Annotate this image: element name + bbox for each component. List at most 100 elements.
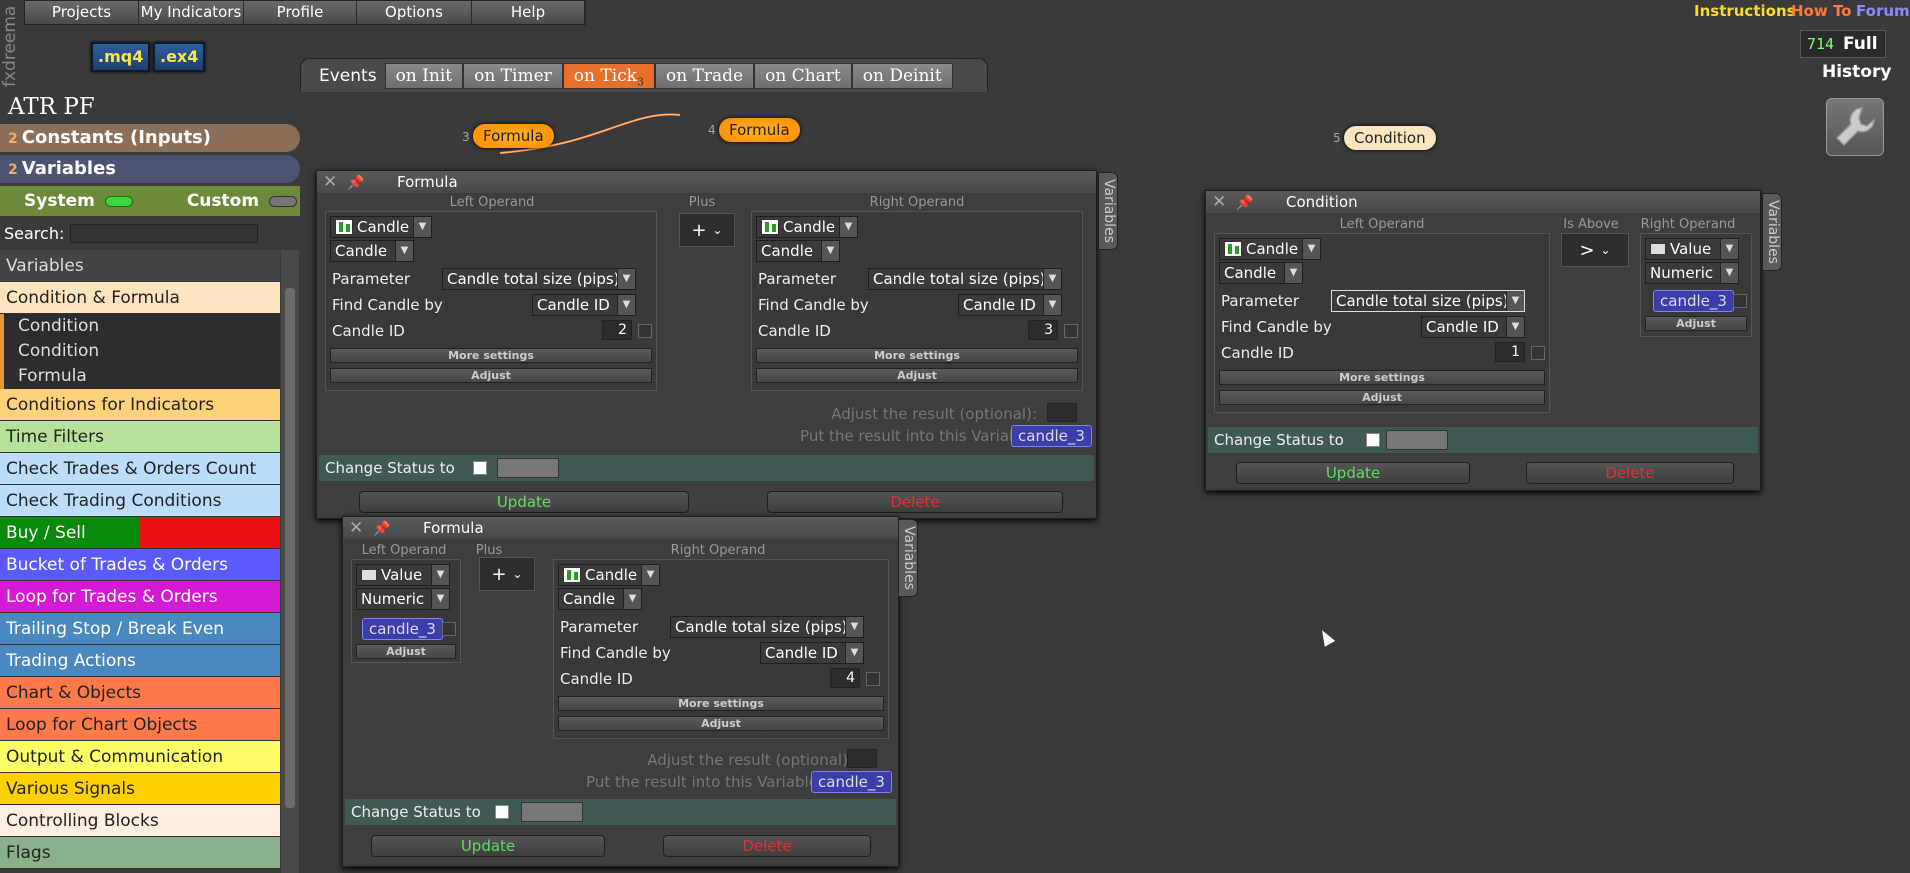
operator-select[interactable]: + ⌄ — [479, 557, 535, 591]
howto-link[interactable]: How To — [1791, 2, 1851, 20]
left-operand-sub-select[interactable]: Numeric ▼ — [356, 588, 450, 610]
left-operand-type-select[interactable]: Candle ▼ — [1219, 238, 1321, 260]
left-adjust-button[interactable]: Adjust — [1219, 390, 1545, 405]
right-operand-sub-select[interactable]: Candle ▼ — [756, 240, 840, 262]
node-formula-4[interactable]: Formula — [719, 118, 800, 142]
left-operand-type-select[interactable]: Value ▼ — [356, 564, 450, 586]
close-icon[interactable]: ✕ — [1212, 191, 1226, 213]
left-more-settings-button[interactable]: More settings — [1219, 370, 1545, 385]
tab-on-init[interactable]: on Init — [384, 62, 464, 89]
right-candle-id-checkbox[interactable] — [866, 672, 880, 686]
change-status-checkbox[interactable] — [495, 805, 509, 819]
left-find-select[interactable]: Candle ID ▼ — [532, 294, 636, 316]
formula-panel-1-variables-tab[interactable]: Variables — [1098, 172, 1118, 250]
menu-help[interactable]: Help — [472, 1, 585, 24]
change-status-checkbox[interactable] — [1366, 433, 1380, 447]
category-trading-actions[interactable]: Trading Actions — [0, 645, 280, 677]
right-variable-checkbox[interactable] — [1733, 294, 1747, 308]
left-variable[interactable]: candle_3 — [362, 618, 443, 640]
left-operand-sub-select[interactable]: Candle ▼ — [1219, 262, 1303, 284]
sidebar-scrollbar[interactable] — [281, 250, 299, 873]
result-variable[interactable]: candle_3 — [811, 771, 892, 793]
full-button[interactable]: Full — [1843, 34, 1878, 54]
right-adjust-button[interactable]: Adjust — [558, 716, 884, 731]
change-status-input[interactable] — [1386, 430, 1448, 450]
right-operand-type-select[interactable]: Candle ▼ — [756, 216, 858, 238]
right-more-settings-button[interactable]: More settings — [756, 348, 1078, 363]
left-candle-id-checkbox[interactable] — [638, 324, 652, 338]
right-candle-id-checkbox[interactable] — [1064, 324, 1078, 338]
right-find-select[interactable]: Candle ID ▼ — [760, 642, 864, 664]
right-parameter-select[interactable]: Candle total size (pips) ▼ — [670, 616, 864, 638]
left-parameter-select[interactable]: Candle total size (pips) ▼ — [442, 268, 636, 290]
subitem-condition-1[interactable]: Condition — [0, 314, 280, 339]
change-status-checkbox[interactable] — [473, 461, 487, 475]
forum-link[interactable]: Forum — [1856, 2, 1910, 20]
pin-icon[interactable]: 📌 — [1236, 192, 1253, 214]
search-input[interactable] — [70, 223, 259, 243]
menu-projects[interactable]: Projects — [25, 1, 139, 24]
subitem-formula[interactable]: Formula — [0, 364, 280, 389]
left-adjust-button[interactable]: Adjust — [330, 368, 652, 383]
category-flags[interactable]: Flags — [0, 837, 280, 869]
menu-profile[interactable]: Profile — [244, 1, 357, 24]
condition-panel-titlebar[interactable]: ✕ 📌 Condition — [1206, 191, 1760, 213]
left-candle-id-input[interactable]: 1 — [1495, 342, 1525, 362]
sidebar-scroll-thumb[interactable] — [285, 288, 295, 808]
node-formula-3[interactable]: Formula — [473, 124, 554, 148]
instructions-link[interactable]: Instructions — [1694, 2, 1796, 20]
category-various-signals[interactable]: Various Signals — [0, 773, 280, 805]
formula-panel-2-variables-tab[interactable]: Variables — [898, 519, 918, 597]
delete-button[interactable]: Delete — [767, 491, 1063, 513]
result-variable[interactable]: candle_3 — [1011, 425, 1092, 447]
category-check-trades-orders-count[interactable]: Check Trades & Orders Count — [0, 453, 280, 485]
right-operand-sub-select[interactable]: Numeric ▼ — [1645, 262, 1739, 284]
adjust-result-input[interactable] — [847, 749, 877, 768]
close-icon[interactable]: ✕ — [349, 517, 363, 539]
category-chart-objects[interactable]: Chart & Objects — [0, 677, 280, 709]
category-conditions-for-indicators[interactable]: Conditions for Indicators — [0, 389, 280, 421]
tab-on-chart[interactable]: on Chart — [754, 62, 852, 89]
category-variables[interactable]: Variables — [0, 250, 280, 282]
category-controlling-blocks[interactable]: Controlling Blocks — [0, 805, 280, 837]
right-find-select[interactable]: Candle ID ▼ — [958, 294, 1062, 316]
constants-bar[interactable]: 2 Constants (Inputs) — [0, 124, 300, 152]
left-find-select[interactable]: Candle ID ▼ — [1421, 316, 1525, 338]
right-candle-id-input[interactable]: 3 — [1028, 320, 1058, 340]
tab-on-timer[interactable]: on Timer — [463, 62, 563, 89]
category-bucket-of-trades[interactable]: Bucket of Trades & Orders — [0, 549, 280, 581]
settings-wrench-button[interactable] — [1826, 98, 1884, 156]
tab-on-deinit[interactable]: on Deinit — [851, 62, 953, 89]
category-trailing-stop[interactable]: Trailing Stop / Break Even — [0, 613, 280, 645]
left-variable-checkbox[interactable] — [442, 622, 456, 636]
adjust-result-input[interactable] — [1047, 403, 1077, 422]
category-time-filters[interactable]: Time Filters — [0, 421, 280, 453]
category-condition-formula[interactable]: Condition & Formula — [0, 282, 280, 314]
ex4-button[interactable]: .ex4 — [153, 42, 206, 72]
left-more-settings-button[interactable]: More settings — [330, 348, 652, 363]
category-buy-sell[interactable]: Buy / Sell — [0, 517, 280, 549]
mq4-button[interactable]: .mq4 — [91, 42, 151, 72]
left-operand-sub-select[interactable]: Candle ▼ — [330, 240, 414, 262]
change-status-input[interactable] — [521, 802, 583, 822]
menu-my-indicators[interactable]: My Indicators — [139, 1, 244, 24]
left-candle-id-input[interactable]: 2 — [602, 320, 632, 340]
delete-button[interactable]: Delete — [663, 835, 871, 857]
menu-options[interactable]: Options — [357, 1, 472, 24]
update-button[interactable]: Update — [371, 835, 605, 857]
update-button[interactable]: Update — [359, 491, 689, 513]
left-parameter-select[interactable]: Candle total size (pips) ▼ — [1331, 290, 1525, 312]
category-loop-for-chart-objects[interactable]: Loop for Chart Objects — [0, 709, 280, 741]
right-adjust-button[interactable]: Adjust — [1645, 316, 1747, 331]
category-output-communication[interactable]: Output & Communication — [0, 741, 280, 773]
operator-select[interactable]: > ⌄ — [1561, 233, 1629, 267]
right-candle-id-input[interactable]: 4 — [830, 668, 860, 688]
right-operand-type-select[interactable]: Value ▼ — [1645, 238, 1739, 260]
subitem-condition-2[interactable]: Condition — [0, 339, 280, 364]
left-operand-type-select[interactable]: Candle ▼ — [330, 216, 432, 238]
condition-panel-variables-tab[interactable]: Variables — [1762, 193, 1782, 271]
tab-on-tick[interactable]: on Tick3 — [562, 62, 655, 89]
update-button[interactable]: Update — [1236, 462, 1470, 484]
change-status-input[interactable] — [497, 458, 559, 478]
custom-toggle[interactable] — [269, 195, 298, 207]
